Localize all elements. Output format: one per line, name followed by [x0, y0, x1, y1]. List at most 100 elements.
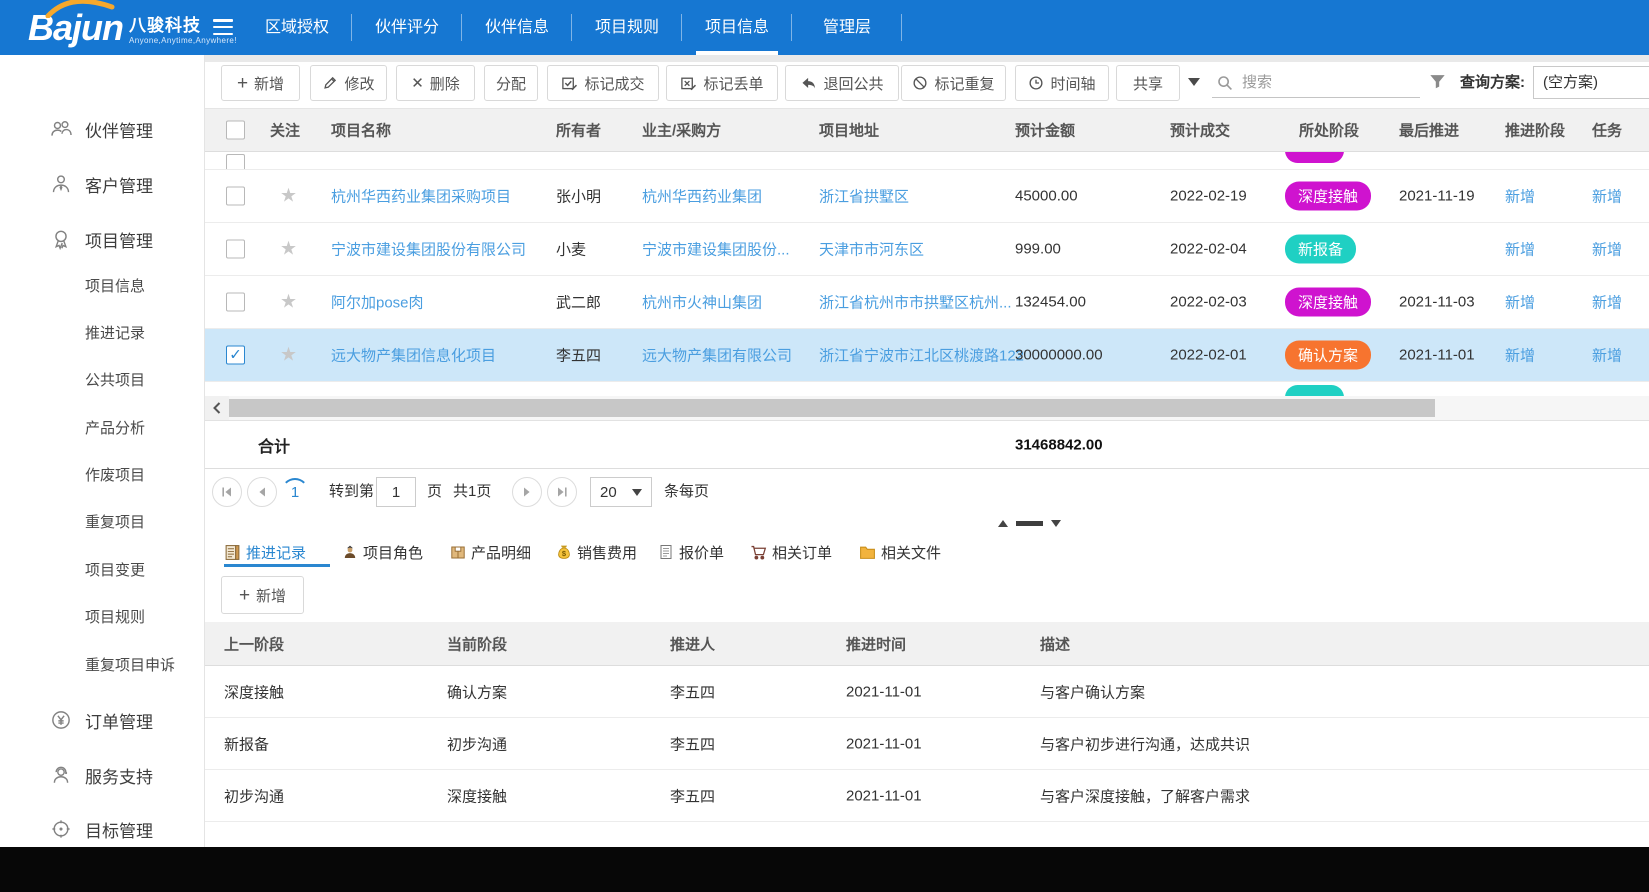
detail-row[interactable]: 深度接触 确认方案 李五四 2021-11-01 与客户确认方案 [205, 666, 1649, 718]
project-name-link[interactable]: 宁波市建设集团股份有限公司 [331, 239, 526, 260]
task-link[interactable]: 新增 [1592, 186, 1622, 207]
detail-tab-project-roles[interactable]: 项目角色 [342, 538, 423, 566]
detail-tab-quotation[interactable]: 报价单 [658, 538, 724, 566]
nav-tab-project-info[interactable]: 项目信息 [682, 0, 792, 55]
assign-button[interactable]: 分配 [484, 65, 538, 101]
nav-tab-project-rules[interactable]: 项目规则 [572, 0, 682, 55]
table-row-partial-top[interactable] [205, 152, 1649, 170]
star-icon[interactable]: ★ [280, 346, 297, 365]
row-checkbox[interactable] [226, 240, 245, 259]
scrollbar-thumb[interactable] [229, 399, 1435, 417]
detail-tab-related-files[interactable]: 相关文件 [859, 538, 941, 566]
sidebar-item-order-mgmt[interactable]: 订单管理 [0, 706, 204, 734]
task-link[interactable]: 新增 [1592, 292, 1622, 313]
push-stage-link[interactable]: 新增 [1505, 292, 1535, 313]
detail-row[interactable]: 新报备 初步沟通 李五四 2021-11-01 与客户初步进行沟通，达成共识 [205, 718, 1649, 770]
star-icon[interactable]: ★ [280, 240, 297, 259]
table-row[interactable]: ★ 阿尔加pose肉 武二郎 杭州市火神山集团 浙江省杭州市市拱墅区杭州... … [205, 276, 1649, 329]
page-size-select[interactable]: 20 [590, 477, 652, 507]
horizontal-scrollbar[interactable] [205, 396, 1649, 421]
hamburger-menu-icon[interactable] [213, 19, 233, 35]
panel-splitter[interactable] [998, 520, 1061, 527]
return-public-button[interactable]: 退回公共 [785, 65, 899, 101]
project-name-link[interactable]: 杭州华西药业集团采购项目 [331, 186, 511, 207]
sidebar-item-product-analysis[interactable]: 产品分析 [0, 413, 204, 441]
address-link[interactable]: 浙江省杭州市市拱墅区杭州... [819, 292, 1012, 313]
nav-tab-partner-info[interactable]: 伙伴信息 [462, 0, 572, 55]
search-dropdown-caret[interactable] [1188, 78, 1200, 86]
edit-button[interactable]: 修改 [310, 65, 387, 101]
collapse-up-icon[interactable] [998, 520, 1008, 527]
prev-page-button[interactable] [247, 477, 277, 507]
sidebar-item-project-changes[interactable]: 项目变更 [0, 555, 204, 583]
screen-bottom-void [0, 847, 1649, 892]
client-link[interactable]: 宁波市建设集团股份... [642, 239, 790, 260]
expand-down-icon[interactable] [1051, 520, 1061, 527]
sidebar-item-project-info[interactable]: 项目信息 [0, 271, 204, 299]
sidebar-item-duplicate-projects[interactable]: 重复项目 [0, 507, 204, 535]
filter-funnel-icon[interactable] [1428, 72, 1447, 96]
project-name-link[interactable]: 远大物产集团信息化项目 [331, 345, 496, 366]
first-page-button[interactable] [212, 477, 242, 507]
add-button[interactable]: + 新增 [221, 65, 300, 101]
sidebar-item-project-rules[interactable]: 项目规则 [0, 602, 204, 630]
nav-tab-region-auth[interactable]: 区域授权 [242, 0, 352, 55]
sidebar-item-voided-projects[interactable]: 作废项目 [0, 460, 204, 488]
timeline-button[interactable]: 时间轴 [1015, 65, 1109, 101]
sidebar-item-customer-mgmt[interactable]: 客户管理 [0, 170, 204, 198]
detail-add-button[interactable]: + 新增 [221, 576, 304, 614]
detail-tab-sales-expense[interactable]: $ 销售费用 [556, 538, 637, 566]
client-link[interactable]: 杭州华西药业集团 [642, 186, 762, 207]
table-row[interactable]: ★ 宁波市建设集团股份有限公司 小麦 宁波市建设集团股份... 天津市市河东区 … [205, 223, 1649, 276]
address-link[interactable]: 浙江省宁波市江北区桃渡路122 [819, 345, 1024, 366]
query-scheme-select[interactable]: (空方案) [1533, 66, 1649, 99]
row-checkbox[interactable] [226, 187, 245, 206]
sidebar-item-project-mgmt[interactable]: 项目管理 [0, 225, 204, 253]
row-checkbox[interactable] [226, 154, 245, 170]
next-page-button[interactable] [512, 477, 542, 507]
goto-page-input[interactable] [376, 477, 416, 507]
table-row-partial-bottom[interactable] [205, 382, 1649, 396]
task-link[interactable]: 新增 [1592, 345, 1622, 366]
mark-lost-button[interactable]: 标记丢单 [666, 65, 778, 101]
project-name-link[interactable]: 阿尔加pose肉 [331, 292, 424, 313]
star-icon[interactable]: ★ [280, 187, 297, 206]
mark-won-button[interactable]: 标记成交 [547, 65, 659, 101]
client-link[interactable]: 杭州市火神山集团 [642, 292, 762, 313]
nav-tab-partner-score[interactable]: 伙伴评分 [352, 0, 462, 55]
address-link[interactable]: 天津市市河东区 [819, 239, 924, 260]
sidebar-item-goal-mgmt[interactable]: 目标管理 [0, 815, 204, 843]
star-icon[interactable]: ★ [280, 293, 297, 312]
detail-tab-product-detail[interactable]: 产品明细 [450, 538, 531, 566]
client-link[interactable]: 远大物产集团有限公司 [642, 345, 792, 366]
table-row-selected[interactable]: ✓ ★ 远大物产集团信息化项目 李五四 远大物产集团有限公司 浙江省宁波市江北区… [205, 329, 1649, 382]
detail-row[interactable]: 初步沟通 深度接触 李五四 2021-11-01 与客户深度接触，了解客户需求 [205, 770, 1649, 822]
scroll-left-button[interactable] [205, 396, 229, 420]
nav-tab-management[interactable]: 管理层 [792, 0, 902, 55]
last-page-button[interactable] [547, 477, 577, 507]
delete-button[interactable]: ✕ 删除 [396, 65, 475, 101]
search-input[interactable] [1242, 74, 1392, 91]
push-stage-link[interactable]: 新增 [1505, 186, 1535, 207]
detail-row-partial[interactable] [205, 822, 1649, 847]
mark-duplicate-button[interactable]: 标记重复 [901, 65, 1006, 101]
push-stage-link[interactable]: 新增 [1505, 239, 1535, 260]
sidebar-item-duplicate-appeal[interactable]: 重复项目申诉 [0, 650, 204, 678]
address-link[interactable]: 浙江省拱墅区 [819, 186, 909, 207]
row-checkbox[interactable] [226, 293, 245, 312]
task-link[interactable]: 新增 [1592, 239, 1622, 260]
sidebar-item-public-projects[interactable]: 公共项目 [0, 365, 204, 393]
push-stage-link[interactable]: 新增 [1505, 345, 1535, 366]
splitter-handle[interactable] [1016, 521, 1043, 526]
current-page-indicator[interactable]: 1 [281, 478, 309, 506]
share-button[interactable]: 共享 [1116, 65, 1180, 101]
sidebar-item-partner-mgmt[interactable]: 伙伴管理 [0, 115, 204, 143]
sidebar-item-service-support[interactable]: 服务支持 [0, 761, 204, 789]
table-row[interactable]: ★ 杭州华西药业集团采购项目 张小明 杭州华西药业集团 浙江省拱墅区 45000… [205, 170, 1649, 223]
detail-tab-related-orders[interactable]: 相关订单 [750, 538, 832, 566]
row-checkbox-checked[interactable]: ✓ [226, 346, 245, 365]
detail-tab-push-records[interactable]: 推进记录 [224, 538, 306, 566]
sidebar-item-push-records[interactable]: 推进记录 [0, 318, 204, 346]
select-all-checkbox[interactable] [226, 121, 245, 140]
col-project-name: 项目名称 [331, 120, 391, 141]
